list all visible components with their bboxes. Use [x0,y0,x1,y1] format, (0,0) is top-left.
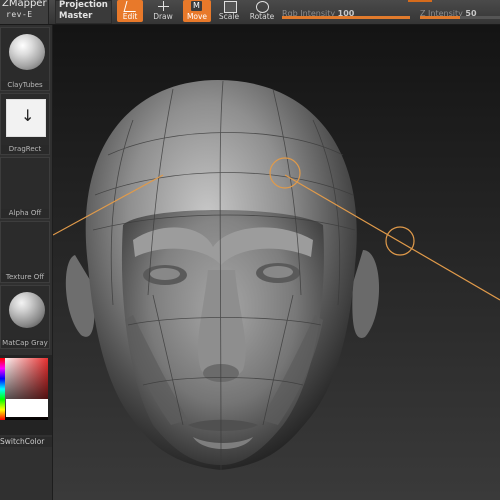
document-canvas[interactable] [53,25,500,500]
switch-color-button[interactable]: SwitchColor [0,437,52,447]
move-label: Move [186,12,208,21]
matcap-gray-material-icon [9,292,45,328]
edit-label: Edit [122,12,138,21]
alpha-label: Alpha Off [1,209,49,218]
down-arrow-icon: ↓ [21,106,35,125]
rgb-intensity-track[interactable] [282,16,410,19]
dragrect-stroke-icon: ↓ [6,99,46,137]
scale-button[interactable]: Scale [216,0,242,22]
intensity-sliders: Rgb Intensity 100 Z Intensity 50 [282,0,500,24]
edit-icon [123,1,139,12]
material-slot[interactable]: MatCap Gray [0,285,50,349]
texture-label: Texture Off [1,273,49,282]
alpha-slot[interactable]: Alpha Off [0,157,50,219]
main-color-swatch[interactable] [6,399,48,417]
left-eyelid [150,268,180,280]
draw-icon [158,1,169,11]
edit-button[interactable]: Edit [117,0,143,22]
z-intensity-track[interactable] [420,16,500,19]
z-intensity-fill [420,16,460,19]
draw-button[interactable]: Draw [150,0,176,22]
projection-label: Projection [59,0,108,10]
claytubes-brush-icon [9,34,45,70]
texture-slot[interactable]: Texture Off [0,221,50,283]
rotate-button[interactable]: Rotate [248,0,276,22]
zmapper-title: ZMapper [2,0,47,9]
head-model[interactable] [53,25,500,500]
top-shelf: ZMapper rev-E Projection Master Edit Dra… [0,0,500,25]
color-picker[interactable] [0,355,52,435]
brush-label: ClayTubes [1,81,49,90]
zmapper-menu[interactable]: ZMapper rev-E [0,0,49,24]
zmapper-version: rev-E [6,10,33,19]
material-label: MatCap Gray [1,339,49,348]
move-button[interactable]: M Move [183,0,211,22]
scale-label: Scale [218,12,240,21]
draw-label: Draw [153,12,173,21]
slider-accent-chip [408,0,432,2]
move-icon: M [191,1,202,11]
brush-slot[interactable]: ClayTubes [0,27,50,91]
projection-value: Master [59,11,93,21]
rgb-intensity-fill [282,16,410,19]
stroke-label: DragRect [1,145,49,154]
projection-master-button[interactable]: Projection Master [55,0,112,24]
right-eyelid [263,266,293,278]
hue-strip[interactable] [0,358,5,420]
left-tray: ClayTubes ↓ DragRect Alpha Off Texture O… [0,25,53,500]
rotate-label: Rotate [249,12,275,21]
stroke-slot[interactable]: ↓ DragRect [0,93,50,155]
